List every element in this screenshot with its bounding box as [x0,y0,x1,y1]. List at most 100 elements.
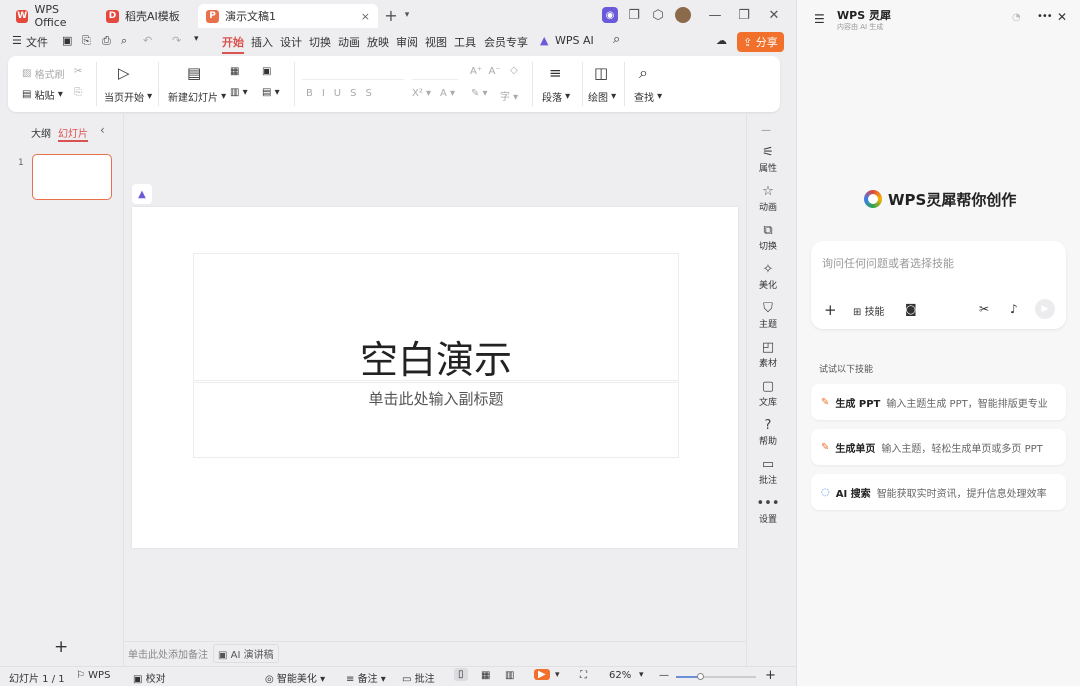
font-size-select[interactable] [412,66,458,80]
more-quick-icon[interactable]: ▾ [194,34,199,44]
placeholder-icon[interactable]: ▤ ▾ [262,87,280,98]
tab-slides[interactable]: 幻灯片 [58,125,88,142]
normal-view-icon[interactable]: ▯ [454,668,468,681]
zoom-in-icon[interactable]: + [765,668,776,683]
add-attachment-icon[interactable]: + [824,301,837,319]
char-spacing-icon[interactable]: 字 ▾ [500,88,518,103]
font-name-select[interactable] [302,66,404,80]
zoom-dropdown-icon[interactable]: ▾ [639,670,644,680]
close-assistant-icon[interactable]: ✕ [1057,10,1067,24]
paragraph-button[interactable]: 段落 ▾ [542,89,570,104]
tool-comments[interactable]: ▭ 批注 [753,457,783,486]
ai-speech-button[interactable]: ▣ AI 演讲稿 [213,644,279,663]
skills-button[interactable]: ⊞ 技能 [853,303,885,318]
avatar[interactable] [675,7,691,23]
tab-dropdown-icon[interactable]: ▾ [399,7,415,23]
menu-slideshow[interactable]: 放映 [367,34,389,50]
ai-floating-icon[interactable]: ▲ [132,184,152,204]
menu-design[interactable]: 设计 [280,34,302,50]
format-painter-button[interactable]: ▨ 格式刷 [22,66,65,81]
tool-settings[interactable]: ••• 设置 [753,496,783,525]
tool-help[interactable]: ? 帮助 [753,418,783,447]
play-current-button[interactable]: 当页开始 ▾ [104,89,152,104]
menu-tools[interactable]: 工具 [454,34,476,50]
menu-file[interactable]: 文件 [26,34,48,50]
grid-view-icon[interactable]: ▦ [481,670,490,681]
more-options-icon[interactable]: ••• [1037,11,1053,22]
history-icon[interactable]: ◔ [1012,12,1021,23]
proofread-button[interactable]: ▣ 校对 [133,670,166,685]
notes-placeholder[interactable]: 单击此处添加备注 [128,646,208,661]
tool-animation[interactable]: ☆ 动画 [753,184,783,213]
cloud-icon[interactable]: ☁ [716,34,727,47]
clear-format-icon[interactable]: ◇ [510,65,518,76]
assistant-menu-icon[interactable]: ☰ [814,12,825,26]
font-grow-icon[interactable]: A⁺ A⁻ [470,66,501,77]
layout-icon[interactable]: ▦ [230,66,239,77]
find-button[interactable]: 查找 ▾ [634,89,662,104]
notes-toggle-button[interactable]: ≡ 备注 ▾ [346,670,386,685]
superscript-icon[interactable]: X² ▾ [412,88,431,99]
cut-icon[interactable]: ✂ [74,66,82,77]
slide-thumbnail[interactable] [32,154,112,200]
tool-assets[interactable]: ◰ 素材 [753,340,783,369]
tab-wps-office[interactable]: W WPS Office [8,3,92,29]
comments-toggle-button[interactable]: ▭ 批注 [402,670,435,685]
menu-review[interactable]: 审阅 [396,34,418,50]
print-icon[interactable]: ⎙ [102,34,111,48]
tool-theme[interactable]: ⛉ 主题 [753,301,783,330]
paste-button[interactable]: ▤ 粘贴 ▾ [22,87,63,102]
export-icon[interactable]: ⎘ [82,34,91,48]
assistant-input[interactable]: 询问任何问题或者选择技能 [822,255,954,271]
collapse-tools-icon[interactable]: — [761,125,771,136]
skill-card-generate-page[interactable]: ✎ 生成单页 输入主题，轻松生成单页或多页 PPT [811,429,1066,465]
cube-icon[interactable]: ⬡ [650,7,666,23]
tool-properties[interactable]: ⚟ 属性 [753,145,783,174]
save-icon[interactable]: ▣ [62,34,72,47]
slideshow-dropdown-icon[interactable]: ▾ [555,670,560,680]
ai-assistant-icon[interactable]: ◉ [602,7,618,23]
fit-window-icon[interactable]: ⛶ [580,670,587,681]
font-style-buttons[interactable]: BIUSS [306,88,381,99]
tab-presentation[interactable]: P 演示文稿1 × [198,4,378,28]
menu-insert[interactable]: 插入 [251,34,273,50]
camera-icon[interactable]: ◙ [905,302,917,316]
zoom-out-icon[interactable]: — [659,670,669,681]
zoom-slider-thumb[interactable] [697,673,704,680]
search-icon[interactable]: ⌕ [613,32,620,47]
menu-transition[interactable]: 切换 [309,34,331,50]
font-color-icon[interactable]: A ▾ [440,88,455,99]
menu-wps-ai[interactable]: WPS AI [555,34,594,47]
send-button[interactable]: ▶ [1035,299,1055,319]
reading-view-icon[interactable]: ▥ [505,670,514,681]
microphone-icon[interactable]: ♪ [1010,302,1018,316]
menu-home[interactable]: 开始 [222,34,244,54]
window-layout-icon[interactable]: ❐ [626,7,642,23]
wps-status-button[interactable]: ⚐ WPS [76,670,110,681]
slideshow-icon[interactable]: ▶ [534,669,550,680]
share-button[interactable]: ⇪ 分享 [737,32,784,52]
menu-member[interactable]: 会员专享 [484,34,528,50]
tool-transition[interactable]: ⧉ 切换 [753,223,783,252]
copy-icon[interactable]: ⎘ [74,87,82,98]
close-window-icon[interactable]: ✕ [766,7,782,23]
section-icon[interactable]: ▥ ▾ [230,87,248,98]
collapse-panel-icon[interactable]: ‹ [100,123,105,137]
restore-icon[interactable]: ❐ [736,7,752,23]
hamburger-icon[interactable]: ☰ [12,34,22,47]
add-slide-button[interactable]: + [54,637,68,657]
play-icon[interactable]: ▷ [118,64,130,82]
draw-button[interactable]: 绘图 ▾ [588,89,616,104]
new-tab-icon[interactable]: + [383,6,399,25]
menu-view[interactable]: 视图 [425,34,447,50]
close-tab-icon[interactable]: × [361,10,370,23]
scissors-icon[interactable]: ✂ [979,302,989,316]
new-slide-button[interactable]: 新建幻灯片 ▾ [168,89,226,104]
tab-outline[interactable]: 大纲 [31,125,51,140]
minimize-icon[interactable]: — [707,7,723,23]
zoom-level[interactable]: 62% [609,670,631,681]
undo-icon[interactable]: ↶ [143,34,152,47]
skill-card-generate-ppt[interactable]: ✎ 生成 PPT 输入主题生成 PPT，智能排版更专业 [811,384,1066,420]
smart-beautify-button[interactable]: ◎ 智能美化 ▾ [265,670,325,685]
redo-icon[interactable]: ↷ [172,34,181,47]
